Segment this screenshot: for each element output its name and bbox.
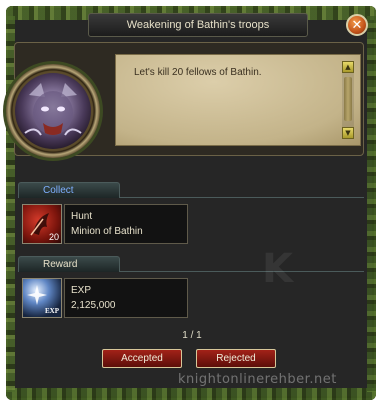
reward-section-label: Reward bbox=[18, 256, 120, 272]
portrait-art bbox=[24, 83, 82, 136]
close-icon: ✕ bbox=[351, 17, 363, 33]
exp-name: EXP bbox=[71, 285, 92, 296]
hunt-count: 20 bbox=[48, 232, 59, 242]
scroll-down-button[interactable]: ▼ bbox=[342, 127, 354, 139]
title-bar: Weakening of Bathin's troops bbox=[88, 13, 308, 37]
vine-border-bottom bbox=[6, 388, 376, 400]
exp-icon[interactable]: EXP bbox=[22, 278, 62, 318]
exp-info: EXP 2,125,000 bbox=[64, 278, 188, 318]
close-button[interactable]: ✕ bbox=[346, 14, 368, 36]
monster-portrait bbox=[15, 73, 91, 149]
collect-section-label: Collect bbox=[18, 182, 120, 198]
dialog-text: Let's kill 20 fellows of Bathin. bbox=[134, 67, 262, 78]
hunt-target: Minion of Bathin bbox=[71, 226, 143, 237]
scroll-up-button[interactable]: ▲ bbox=[342, 61, 354, 73]
accepted-button[interactable]: Accepted bbox=[102, 349, 182, 368]
npc-portrait-frame bbox=[6, 64, 100, 158]
exp-amount: 2,125,000 bbox=[71, 300, 116, 311]
exp-tag: EXP bbox=[45, 307, 59, 315]
hunt-info: Hunt Minion of Bathin bbox=[64, 204, 188, 244]
dialog-parchment: Let's kill 20 fellows of Bathin. ▲ ▼ bbox=[115, 54, 361, 146]
arrow-up-icon: ▲ bbox=[345, 63, 351, 71]
scroll-thumb[interactable] bbox=[344, 77, 352, 121]
hunt-name: Hunt bbox=[71, 211, 93, 222]
hunt-icon[interactable]: 20 bbox=[22, 204, 62, 244]
page-indicator: 1 / 1 bbox=[182, 330, 202, 341]
dialog-scrollbar[interactable]: ▲ ▼ bbox=[342, 61, 354, 139]
watermark-logo: K bbox=[262, 246, 293, 292]
arrow-down-icon: ▼ bbox=[345, 129, 351, 137]
reward-divider bbox=[120, 271, 364, 272]
rejected-button[interactable]: Rejected bbox=[196, 349, 276, 368]
window-title: Weakening of Bathin's troops bbox=[126, 19, 270, 31]
watermark-site: knightonlinerehber.net bbox=[178, 372, 337, 387]
collect-divider bbox=[120, 197, 364, 198]
